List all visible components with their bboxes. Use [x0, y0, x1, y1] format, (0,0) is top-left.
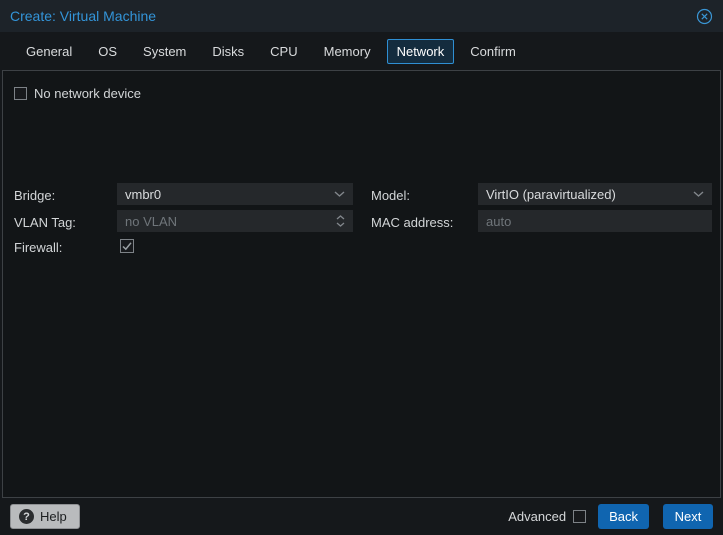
mac-address-input[interactable]: auto: [478, 210, 712, 232]
vlan-tag-placeholder: no VLAN: [125, 213, 178, 229]
tab-confirm[interactable]: Confirm: [460, 39, 526, 64]
bridge-combobox[interactable]: vmbr0: [117, 183, 353, 205]
tab-general[interactable]: General: [16, 39, 82, 64]
footer-actions: Advanced Back Next: [508, 504, 713, 529]
chevron-down-icon[interactable]: [328, 191, 345, 197]
bridge-value: vmbr0: [125, 186, 162, 202]
tab-disks[interactable]: Disks: [202, 39, 254, 64]
firewall-label: Firewall:: [14, 240, 63, 255]
dialog-titlebar: Create: Virtual Machine: [0, 0, 723, 32]
wizard-tabbar: General OS System Disks CPU Memory Netwo…: [0, 32, 723, 70]
vlan-tag-spinner[interactable]: no VLAN: [117, 210, 353, 232]
close-icon[interactable]: [695, 7, 713, 25]
help-button[interactable]: ? Help: [10, 504, 80, 529]
bridge-label: Bridge:: [14, 188, 56, 203]
tab-os[interactable]: OS: [88, 39, 127, 64]
mac-address-label: MAC address:: [371, 215, 454, 230]
model-combobox[interactable]: VirtIO (paravirtualized): [478, 183, 712, 205]
dialog-title: Create: Virtual Machine: [10, 8, 157, 24]
tab-memory[interactable]: Memory: [314, 39, 381, 64]
vlan-tag-label: VLAN Tag:: [14, 215, 76, 230]
dialog-footer: ? Help Advanced Back Next: [0, 498, 723, 535]
network-tab-panel: No network device Bridge: vmbr0 Model: V…: [2, 70, 721, 498]
back-button[interactable]: Back: [598, 504, 649, 529]
model-label: Model:: [371, 188, 411, 203]
advanced-label[interactable]: Advanced: [508, 509, 566, 524]
advanced-checkbox[interactable]: [573, 510, 587, 523]
no-network-device-label: No network device: [34, 86, 141, 101]
tab-system[interactable]: System: [133, 39, 196, 64]
checkbox-unchecked-icon: [14, 87, 27, 100]
checkmark-icon: [122, 242, 132, 251]
spinner-up-down-icon[interactable]: [330, 215, 345, 227]
model-value: VirtIO (paravirtualized): [486, 186, 616, 202]
question-mark-icon: ?: [19, 509, 34, 524]
tab-network[interactable]: Network: [386, 38, 455, 64]
no-network-device-checkbox[interactable]: No network device: [14, 86, 141, 101]
tab-cpu[interactable]: CPU: [260, 39, 307, 64]
mac-address-placeholder: auto: [486, 213, 512, 229]
firewall-checkbox[interactable]: [120, 239, 134, 253]
create-vm-dialog: Create: Virtual Machine General OS Syste…: [0, 0, 723, 535]
next-button[interactable]: Next: [663, 504, 713, 529]
help-button-label: Help: [40, 509, 67, 524]
chevron-down-icon[interactable]: [687, 191, 704, 197]
